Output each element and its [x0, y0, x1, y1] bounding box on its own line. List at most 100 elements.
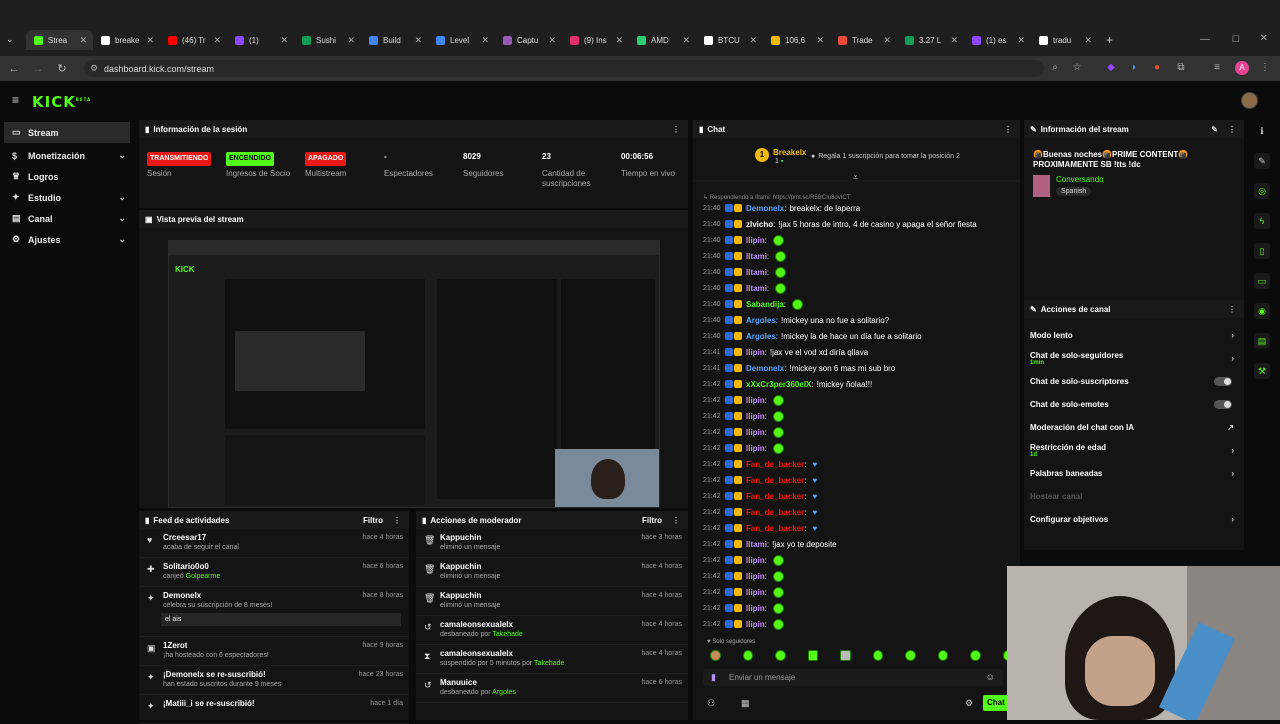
channel-action-item[interactable]: Configurar objetivos › — [1024, 508, 1244, 531]
chevron-down-icon[interactable]: ⌄ — [118, 213, 126, 224]
emote-4[interactable] — [807, 650, 818, 661]
close-tab-icon[interactable]: ✕ — [213, 35, 221, 46]
browser-tab[interactable]: Trade ✕ — [830, 30, 897, 50]
feed-item[interactable]: ▣ 1Zerot ¡ha hosteado con 6 espectadores! h… — [139, 637, 409, 666]
close-tab-icon[interactable]: ✕ — [414, 35, 422, 46]
toggle-switch[interactable] — [1214, 400, 1232, 409]
rail-tools-icon[interactable]: ⚒ — [1254, 363, 1270, 379]
browser-tab[interactable]: 106,6 ✕ — [763, 30, 830, 50]
extension-audio-icon[interactable]: ◗ — [1127, 62, 1141, 74]
chevron-down-icon[interactable]: ⌄ — [118, 192, 126, 203]
chat-username[interactable]: Iltami — [746, 268, 767, 277]
chat-message[interactable]: 21:42 llipin: — [693, 552, 1020, 568]
back-icon[interactable]: ← — [2, 63, 26, 75]
close-window-icon[interactable]: ✕ — [1260, 33, 1268, 44]
profile-avatar[interactable]: A — [1235, 61, 1249, 75]
browser-tab[interactable]: 3.27 L ✕ — [897, 30, 964, 50]
chat-message[interactable]: 21:42 Fan_de_backer: ♥ — [693, 488, 1020, 504]
stream-preview-video[interactable]: KICK — [168, 240, 660, 508]
emote-8[interactable] — [937, 650, 948, 661]
chevron-right-icon[interactable]: › — [1231, 515, 1234, 524]
channel-action-item[interactable]: Chat de solo-suscriptores — [1024, 370, 1244, 393]
new-tab-button[interactable]: + — [1106, 33, 1113, 47]
chat-username[interactable]: llipin — [746, 348, 765, 357]
chat-message[interactable]: 21:40 Argoles: !mickey la de hace un día f… — [693, 328, 1020, 344]
chat-username[interactable]: llipin — [746, 428, 765, 437]
gift-sub-prompt[interactable]: ● Regala 1 suscripción para tomar la posi… — [811, 153, 960, 160]
channel-action-item[interactable]: Hostear canal — [1024, 485, 1244, 508]
channel-action-item[interactable]: Moderación del chat con IA ↗ — [1024, 416, 1244, 439]
maximize-icon[interactable]: ☐ — [1232, 34, 1240, 45]
chat-username[interactable]: Fan_de_backer — [746, 492, 804, 501]
session-menu-icon[interactable]: ⋮ — [672, 125, 680, 134]
mod-item[interactable]: ⧗ camaleonsexualelx suspendido por 5 minut… — [416, 645, 688, 674]
chat-username[interactable]: llipin — [746, 604, 765, 613]
chat-username[interactable]: Sabandija — [746, 300, 784, 309]
channel-action-item[interactable]: Restricción de edad 1d › — [1024, 439, 1244, 462]
chat-message[interactable]: 21:42 llipin: — [693, 408, 1020, 424]
emote-1[interactable] — [710, 650, 721, 661]
chat-message[interactable]: 21:42 llipin: — [693, 440, 1020, 456]
close-tab-icon[interactable]: ✕ — [682, 35, 690, 46]
emote-2[interactable] — [742, 650, 753, 661]
browser-tab[interactable]: AMD ✕ — [629, 30, 696, 50]
sidebar-item-logros[interactable]: ♕ Logros — [0, 166, 136, 187]
chat-message[interactable]: 21:40 Demonelx: breakelx: de laperra — [693, 200, 1020, 216]
channel-action-item[interactable]: Chat de solo-emotes — [1024, 393, 1244, 416]
chat-message[interactable]: 21:40 Iltami: — [693, 248, 1020, 264]
chat-message[interactable]: 21:42 Fan_de_backer: ♥ — [693, 472, 1020, 488]
browser-menu-icon[interactable]: ⋮ — [1258, 62, 1272, 74]
chat-username[interactable]: zlvicho — [746, 220, 773, 229]
minimize-icon[interactable]: — — [1200, 34, 1210, 45]
chat-message[interactable]: 21:42 Fan_de_backer: ♥ — [693, 456, 1020, 472]
chevron-right-icon[interactable]: › — [1231, 354, 1234, 363]
emote-3[interactable] — [775, 650, 786, 661]
chat-username[interactable]: llipin — [746, 444, 765, 453]
close-tab-icon[interactable]: ✕ — [548, 35, 556, 46]
feed-item[interactable]: ✦ ¡Demonelx se re-suscribió! han estado su… — [139, 666, 409, 695]
rail-chat-icon[interactable]: ▭ — [1254, 273, 1270, 289]
mod-item[interactable]: ↺ Manuuice desbaneado por Argoles hace 6 ho… — [416, 674, 688, 703]
chat-username[interactable]: llipin — [746, 412, 765, 421]
zoom-icon[interactable]: ⌕ — [1048, 62, 1062, 74]
browser-tab[interactable]: BTCU ✕ — [696, 30, 763, 50]
chat-username[interactable]: Iltami — [746, 284, 767, 293]
media-control-icon[interactable]: ≡ — [1210, 62, 1224, 74]
feed-item[interactable]: ✚ Solitario0o0 canjeó Golpearme hace 6 hora… — [139, 558, 409, 587]
feed-filter-button[interactable]: Filtro — [363, 516, 383, 525]
emote-6[interactable] — [872, 650, 883, 661]
browser-tab[interactable]: tradu ✕ — [1031, 30, 1098, 50]
chat-message[interactable]: 21:42 llipin: — [693, 568, 1020, 584]
chat-username[interactable]: Demonelx — [746, 364, 784, 373]
mic-icon[interactable]: ▮ — [711, 672, 716, 683]
feed-item[interactable]: ♥ Crceesar17 acaba de seguir el canal hace … — [139, 529, 409, 558]
extension-twitch-icon[interactable]: ◆ — [1104, 62, 1118, 74]
chat-message[interactable]: 21:40 llipin: — [693, 232, 1020, 248]
close-tab-icon[interactable]: ✕ — [615, 35, 623, 46]
mod-item[interactable]: 🗑 Kappuchin eliminó un mensaje hace 4 horas — [416, 558, 688, 587]
chat-message[interactable]: 21:42 Fan_de_backer: ♥ — [693, 504, 1020, 520]
mod-item[interactable]: 🗑 Kappuchin eliminó un mensaje hace 4 horas — [416, 587, 688, 616]
sidebar-item-monetización[interactable]: $ Monetización ⌄ — [0, 145, 136, 166]
chat-message[interactable]: 21:42 llipin: — [693, 616, 1020, 632]
chat-message[interactable]: 21:42 Fan_de_backer: ♥ — [693, 520, 1020, 536]
chat-username[interactable]: llipin — [746, 236, 765, 245]
user-avatar[interactable] — [1241, 92, 1258, 109]
browser-tab[interactable]: Sushi ✕ — [294, 30, 361, 50]
chat-username[interactable]: llipin — [746, 620, 765, 629]
rail-info-icon[interactable]: ℹ — [1254, 123, 1270, 139]
chat-message[interactable]: 21:40 Iltami: — [693, 264, 1020, 280]
rail-lightning-icon[interactable]: ϟ — [1254, 213, 1270, 229]
chat-message[interactable]: 21:42 xXxCr3per360elX: !mickey ñolaa!!! — [693, 376, 1020, 392]
chevron-down-icon[interactable]: ⌄ — [118, 234, 126, 245]
chat-message[interactable]: 21:40 Sabandija: — [693, 296, 1020, 312]
channel-action-item[interactable]: Palabras baneadas › — [1024, 462, 1244, 485]
chevron-right-icon[interactable]: › — [1231, 331, 1234, 340]
mod-item[interactable]: 🗑 Kappuchin eliminó un mensaje hace 3 horas — [416, 529, 688, 558]
chevron-down-icon[interactable]: ⌄ — [118, 150, 126, 161]
kick-logo[interactable]: KICKBETA — [32, 93, 91, 111]
rail-target-icon[interactable]: ◎ — [1254, 183, 1270, 199]
close-tab-icon[interactable]: ✕ — [146, 35, 154, 46]
close-tab-icon[interactable]: ✕ — [347, 35, 355, 46]
chat-username[interactable]: Iltami — [746, 540, 767, 549]
